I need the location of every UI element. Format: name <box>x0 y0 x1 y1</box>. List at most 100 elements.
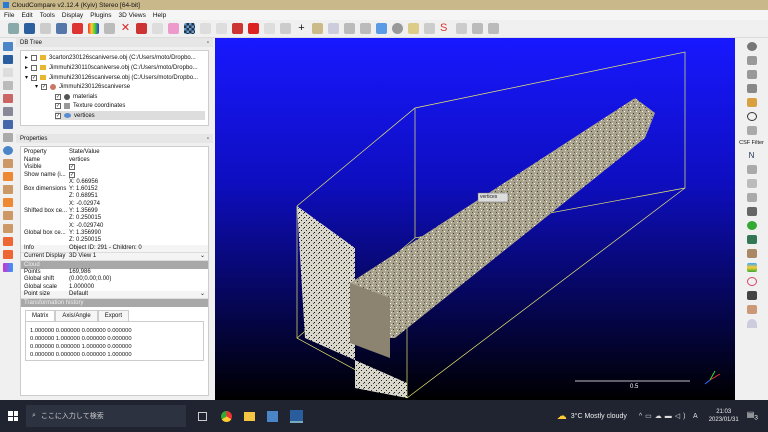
checker-icon[interactable] <box>184 23 195 34</box>
tab-axis-angle[interactable]: Axis/Angle <box>55 310 98 322</box>
cross-icon[interactable] <box>216 23 227 34</box>
stereo-icon[interactable] <box>2 263 13 272</box>
chrome-icon[interactable] <box>221 410 232 422</box>
checkbox[interactable] <box>31 54 38 61</box>
m3c-icon[interactable] <box>408 23 419 34</box>
fm-icon[interactable] <box>360 23 371 34</box>
menu-file[interactable]: File <box>4 12 14 19</box>
no-entry-icon[interactable] <box>746 42 757 51</box>
menu-3d-views[interactable]: 3D Views <box>119 12 146 19</box>
tree-item[interactable]: ▾ ✓ Jimmuhi230126scaniverse <box>35 82 130 91</box>
bottom-view-icon[interactable] <box>2 224 13 233</box>
brush-icon[interactable] <box>746 98 757 107</box>
zoom-pan-icon[interactable] <box>2 133 13 142</box>
tree-item[interactable]: ✓ materials <box>55 92 97 101</box>
tab-export[interactable]: Export <box>97 310 130 322</box>
menu-tools[interactable]: Tools <box>40 12 55 19</box>
right-view-icon[interactable] <box>2 211 13 220</box>
terrain-icon[interactable] <box>472 23 483 34</box>
sor-icon[interactable] <box>200 23 211 34</box>
perspective-icon[interactable] <box>2 68 13 77</box>
current-display-select[interactable]: 3D View 1 ⌄ <box>69 253 208 260</box>
sf-arith-icon[interactable] <box>312 23 323 34</box>
measure-icon[interactable] <box>264 23 275 34</box>
checkbox[interactable]: ✓ <box>31 74 38 81</box>
float-icon[interactable]: ▫ <box>207 136 209 142</box>
back-view-icon[interactable] <box>2 198 13 207</box>
camera-icon[interactable] <box>2 55 13 64</box>
point-size-select[interactable]: Default ⌄ <box>69 291 208 298</box>
list-icon[interactable] <box>56 23 67 34</box>
crosshair-icon[interactable] <box>232 23 243 34</box>
pivot-icon[interactable] <box>2 81 13 90</box>
rotate-icon[interactable] <box>2 107 13 116</box>
csf-filter-label[interactable]: CSF Filter <box>739 140 764 146</box>
color-icon[interactable] <box>88 23 99 34</box>
task-view-icon[interactable] <box>198 411 207 421</box>
menu-help[interactable]: Help <box>153 12 166 19</box>
magnet-icon[interactable] <box>136 23 147 34</box>
north-icon[interactable]: N <box>747 151 757 160</box>
clapper-icon[interactable] <box>746 84 757 93</box>
mesh-icon[interactable] <box>456 23 467 34</box>
start-icon[interactable] <box>8 411 18 421</box>
section-icon[interactable]: S <box>440 23 451 34</box>
app-taskbar-icon[interactable] <box>290 409 303 423</box>
cloud-points-icon[interactable] <box>746 305 757 314</box>
tab-matrix[interactable]: Matrix <box>25 310 56 322</box>
ellipse-icon[interactable] <box>746 277 757 286</box>
sf-icon[interactable] <box>152 23 163 34</box>
doc-icon[interactable] <box>376 23 387 34</box>
plus-icon[interactable]: + <box>296 23 307 34</box>
grid-icon[interactable] <box>746 56 757 65</box>
search-box[interactable]: ⌕ ここに入力して検索 <box>26 405 186 427</box>
tree-item[interactable]: ▸ 3carton230126scaniverse.obj (C:/Users/m… <box>25 53 196 62</box>
iso-view-icon[interactable] <box>2 237 13 246</box>
checkbox[interactable] <box>31 64 38 71</box>
explorer-icon[interactable] <box>244 411 255 421</box>
tree-item[interactable]: ▸ Jimmuhi230110scaniverse.obj (C:/Users/m… <box>25 63 198 72</box>
open-icon[interactable] <box>8 23 19 34</box>
plane-icon[interactable] <box>248 23 259 34</box>
kd-icon[interactable] <box>344 23 355 34</box>
show-name-checkbox[interactable]: ✓ <box>69 171 75 178</box>
pivot-center-icon[interactable] <box>2 94 13 103</box>
visible-checkbox[interactable]: ✓ <box>69 164 75 171</box>
tree-item-selected[interactable]: ✓ vertices <box>55 111 205 120</box>
iso-view2-icon[interactable] <box>2 250 13 259</box>
front-view-icon[interactable] <box>2 172 13 181</box>
checkbox[interactable]: ✓ <box>55 102 61 109</box>
mls-icon[interactable] <box>424 23 435 34</box>
name-value[interactable]: vertices <box>69 157 208 164</box>
tray-icons[interactable]: ^▭☁▬◁) A <box>639 412 701 420</box>
checkbox[interactable]: ✓ <box>41 83 48 90</box>
matrix-box[interactable]: 1.000000 0.000000 0.000000 0.000000 0.00… <box>25 321 204 362</box>
arch-icon[interactable] <box>746 291 757 300</box>
save-icon[interactable] <box>24 23 35 34</box>
shield-icon[interactable] <box>746 126 757 135</box>
delete-icon[interactable]: ✕ <box>120 23 131 34</box>
scatter-icon[interactable] <box>746 179 757 188</box>
compass-icon[interactable] <box>746 112 757 121</box>
grid2-icon[interactable] <box>746 70 757 79</box>
cloudcompare-taskbar-icon[interactable] <box>267 410 278 422</box>
screen-icon[interactable] <box>2 42 13 51</box>
menu-edit[interactable]: Edit <box>21 12 32 19</box>
points-icon[interactable] <box>746 249 757 258</box>
float-icon[interactable]: ▫ <box>207 40 209 46</box>
menu-plugins[interactable]: Plugins <box>90 12 111 19</box>
m3c2-icon[interactable] <box>328 23 339 34</box>
weather-text[interactable]: 3°C Mostly cloudy <box>571 413 627 420</box>
buildings-icon[interactable] <box>746 207 757 216</box>
tree-icon[interactable] <box>746 235 757 244</box>
terrain2-icon[interactable] <box>488 23 499 34</box>
menu-display[interactable]: Display <box>62 12 83 19</box>
tree-item[interactable]: ▾ ✓ Jimmuhi230126scaniverse.obj (C:/Users/… <box>25 73 198 82</box>
layers-icon[interactable] <box>746 263 757 272</box>
filter-icon[interactable] <box>168 23 179 34</box>
transform-icon[interactable] <box>40 23 51 34</box>
sphere-icon[interactable] <box>392 23 403 34</box>
add-point-icon[interactable] <box>72 23 83 34</box>
shield2-icon[interactable] <box>746 193 757 202</box>
3d-view[interactable]: vertices 0.5 <box>215 38 735 400</box>
